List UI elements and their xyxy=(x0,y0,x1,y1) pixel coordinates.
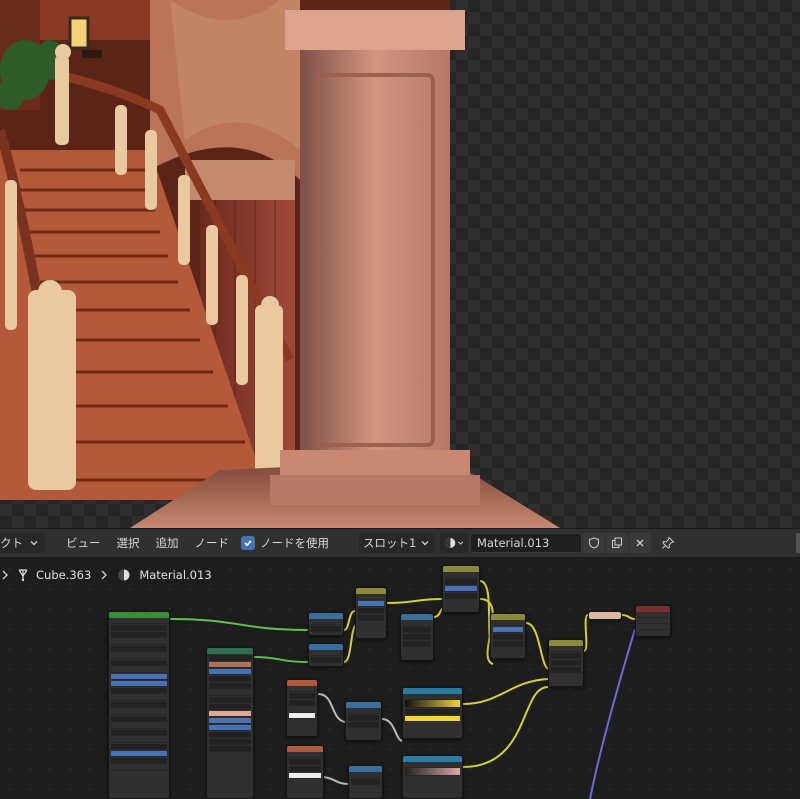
mix-rgb-node-a[interactable] xyxy=(442,565,480,613)
color-ramp-node-a[interactable] xyxy=(402,687,463,739)
node-editor-header: クト ビュー 選択 追加 ノード ノードを使用 スロット1 Material.0… xyxy=(0,528,800,558)
material-browse-button[interactable] xyxy=(440,533,468,553)
reroute-color-node[interactable] xyxy=(588,611,622,620)
material-output-node[interactable] xyxy=(635,605,671,637)
link xyxy=(319,776,349,785)
link xyxy=(589,628,636,799)
link xyxy=(525,622,549,670)
link xyxy=(583,614,589,652)
pin-button[interactable] xyxy=(661,536,675,550)
mix-rgb-node-b[interactable] xyxy=(490,613,526,659)
chevron-down-icon xyxy=(457,541,463,545)
object-data-icon xyxy=(18,569,28,582)
color-ramp-node-b[interactable] xyxy=(402,755,463,799)
ramp-node-a[interactable] xyxy=(355,587,387,639)
material-name-field[interactable]: Material.013 xyxy=(470,533,582,553)
blender-window: クト ビュー 選択 追加 ノード ノードを使用 スロット1 Material.0… xyxy=(0,0,800,799)
breadcrumb-object: Cube.363 xyxy=(36,568,92,582)
use-nodes-label: ノードを使用 xyxy=(260,536,329,550)
link xyxy=(462,686,549,768)
menu-select[interactable]: 選択 xyxy=(109,535,148,551)
shader-mix-node-1[interactable] xyxy=(308,612,344,636)
duplicate-material-button[interactable] xyxy=(606,533,628,553)
node-header xyxy=(207,648,253,654)
object-menu-dropdown[interactable]: クト xyxy=(0,533,46,553)
converter-node-b[interactable] xyxy=(348,765,383,799)
material-icon xyxy=(118,569,130,581)
check-icon xyxy=(241,536,255,550)
math-node[interactable] xyxy=(400,613,434,661)
shield-icon xyxy=(589,537,599,549)
shading-icon xyxy=(445,537,456,549)
menu-view[interactable]: ビュー xyxy=(58,535,109,551)
link xyxy=(169,618,309,631)
use-nodes-toggle[interactable]: ノードを使用 xyxy=(241,535,329,551)
fake-user-button[interactable] xyxy=(583,533,605,553)
link xyxy=(343,610,356,631)
rendered-scene xyxy=(0,0,560,528)
link xyxy=(381,718,403,742)
link xyxy=(462,678,549,705)
group-node[interactable] xyxy=(206,647,254,799)
image-texture-node-b[interactable] xyxy=(286,745,324,799)
link xyxy=(317,693,346,723)
menu-add[interactable]: 追加 xyxy=(148,535,187,551)
chevron-down-icon xyxy=(30,541,38,546)
breadcrumb-material: Material.013 xyxy=(139,568,212,582)
slot-dropdown[interactable]: スロット1 xyxy=(359,533,434,553)
chevron-right-icon xyxy=(101,570,108,580)
breadcrumb: Cube.363 Material.013 xyxy=(0,562,212,588)
chevron-down-icon xyxy=(421,541,429,546)
link xyxy=(621,614,636,620)
image-texture-node-a[interactable] xyxy=(286,679,318,737)
close-icon xyxy=(636,539,644,547)
converter-node-a[interactable] xyxy=(345,701,382,741)
mix-rgb-node-c[interactable] xyxy=(548,639,584,687)
slot-label: スロット1 xyxy=(363,536,417,550)
principled-bsdf-node[interactable] xyxy=(108,611,170,799)
menu-node[interactable]: ノード xyxy=(187,535,238,551)
3d-viewport[interactable] xyxy=(0,0,800,528)
shader-node-editor[interactable] xyxy=(0,559,800,799)
object-menu-label: クト xyxy=(0,536,23,550)
header-edge xyxy=(796,533,800,553)
shader-mix-node-2[interactable] xyxy=(308,643,344,667)
copy-icon xyxy=(612,537,622,548)
unlink-material-button[interactable] xyxy=(629,533,651,553)
link xyxy=(386,598,443,604)
link xyxy=(253,656,309,663)
material-name-text: Material.013 xyxy=(477,536,550,550)
pin-icon xyxy=(662,536,675,549)
chevron-right-icon xyxy=(2,570,8,580)
